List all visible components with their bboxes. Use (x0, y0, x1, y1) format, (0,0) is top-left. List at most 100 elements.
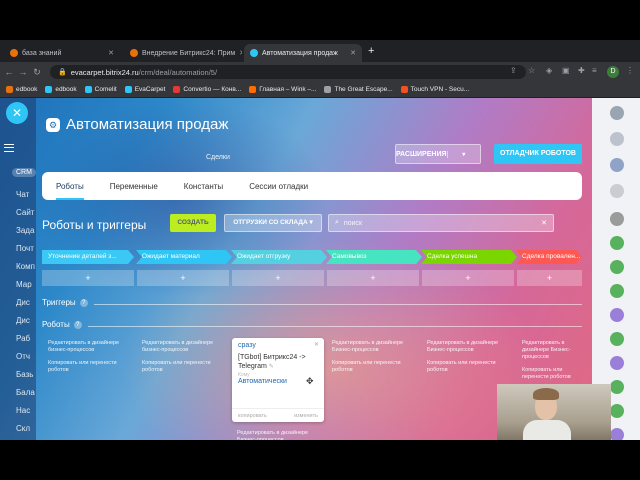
help-icon[interactable]: ? (73, 320, 82, 329)
bookmark[interactable]: edbook (6, 86, 37, 93)
edit-in-designer-link[interactable]: Редактировать в дизайнере Бизнес-процесс… (427, 340, 515, 354)
stage-column[interactable]: Сделка провален... (516, 250, 582, 264)
left-menu-item[interactable]: Бала (16, 388, 35, 397)
phone-icon[interactable] (610, 332, 624, 346)
tab-debug-sessions[interactable]: Сессии отладки (249, 182, 308, 191)
left-menu-item[interactable]: Скл (16, 424, 30, 433)
profile-avatar[interactable]: D (607, 66, 619, 78)
crm-badge[interactable]: CRM (12, 168, 36, 177)
add-button[interactable]: + (422, 270, 514, 286)
edit-in-designer-link[interactable]: Редактировать в дизайнере Бизнес-процесс… (332, 340, 420, 354)
tab-constants[interactable]: Константы (184, 182, 223, 191)
browser-tab[interactable]: Внедрение Битрикс24: Прим ✕ (124, 44, 242, 62)
bookmark[interactable]: Comelit (84, 86, 117, 93)
help-icon[interactable]: ? (79, 298, 88, 307)
left-menu-item[interactable]: Нас (16, 406, 30, 415)
left-menu-item[interactable]: Базь (16, 370, 33, 379)
chevron-down-icon[interactable]: ▾ (446, 150, 480, 158)
add-button[interactable]: + (137, 270, 229, 286)
phone-icon[interactable] (610, 236, 624, 250)
tab-robots[interactable]: Роботы (56, 173, 84, 200)
puzzle-icon[interactable]: ✚ (578, 66, 585, 75)
extension-icon[interactable]: ▣ (562, 66, 570, 75)
browser-tab[interactable]: база знаний ✕ (4, 44, 120, 62)
edit-in-designer-link[interactable]: Редактировать в дизайнере бизнес-процесс… (48, 340, 136, 354)
add-button[interactable]: + (517, 270, 582, 286)
add-button[interactable]: + (327, 270, 419, 286)
browser-tab-active[interactable]: Автоматизация продаж ✕ (244, 44, 362, 62)
share-icon[interactable]: ⇪ (510, 66, 517, 75)
close-icon[interactable]: ✕ (108, 49, 114, 57)
copy-robots-link[interactable]: Копировать или перенести роботов (332, 360, 420, 374)
phone-icon[interactable] (610, 404, 624, 418)
copy-link[interactable]: копировать (238, 409, 267, 422)
bookmark[interactable]: The Great Escape... (324, 86, 393, 93)
reload-icon[interactable]: ↻ (30, 67, 44, 78)
menu-icon[interactable]: ⋮ (626, 66, 634, 75)
close-icon[interactable]: ✕ (541, 219, 547, 227)
tab-variables[interactable]: Переменные (110, 182, 158, 191)
robot-debugger-button[interactable]: ОТЛАДЧИК РОБОТОВ (494, 144, 582, 164)
copy-robots-link[interactable]: Копировать или перенести роботов (48, 360, 136, 374)
left-menu-item[interactable]: Отч (16, 352, 30, 361)
bookmark[interactable]: Главная – Wink –... (249, 86, 316, 93)
bookmark[interactable]: Convertio — Конв... (173, 86, 241, 93)
left-menu-item[interactable]: Чат (16, 190, 29, 199)
left-menu-item[interactable]: Почт (16, 244, 34, 253)
avatar[interactable] (610, 308, 624, 322)
new-tab-icon[interactable]: + (368, 45, 374, 57)
left-menu-item[interactable]: Зада (16, 226, 34, 235)
robot-mode[interactable]: Автоматически (238, 378, 287, 385)
stage-column[interactable]: Ожидает материал (136, 250, 232, 264)
robot-card[interactable]: сразу ✕ [TGbot] Битрикс24 -> Telegram ✎ … (232, 338, 324, 422)
stage-column[interactable]: Уточнение деталей з... (42, 250, 134, 264)
extension-icon[interactable]: ◈ (546, 66, 552, 75)
edit-in-designer-link[interactable]: Редактировать в дизайнере Бизнес-процесс… (522, 340, 582, 361)
forward-icon[interactable]: → (16, 67, 30, 77)
left-menu-item[interactable]: Дис (16, 298, 30, 307)
drag-handle-icon[interactable]: ✥ (306, 376, 314, 387)
close-icon[interactable]: ✕ (239, 49, 242, 57)
phone-icon[interactable] (610, 260, 624, 274)
left-menu-item[interactable]: Раб (16, 334, 30, 343)
phone-icon[interactable] (610, 284, 624, 298)
copy-robots-link[interactable]: Копировать или перенести роботов (427, 360, 515, 374)
stage-column[interactable]: Сделка успешна (421, 250, 517, 264)
edit-in-designer-link[interactable]: Редактировать в дизайнере бизнес-процесс… (142, 340, 230, 354)
left-menu-item[interactable]: Дис (16, 316, 30, 325)
edit-icon[interactable]: ✎ (269, 364, 274, 370)
reading-list-icon[interactable]: ≡ (592, 66, 597, 75)
close-icon[interactable]: ✕ (314, 341, 319, 348)
search-input[interactable] (343, 219, 537, 227)
help-icon[interactable] (610, 106, 624, 120)
bookmark[interactable]: EvaCarpet (124, 86, 165, 93)
menu-icon[interactable] (4, 144, 14, 152)
extensions-button[interactable]: РАСШИРЕНИЯ ▾ (395, 144, 481, 164)
address-bar[interactable]: 🔒 evacarpet.bitrix24.ru/crm/deal/automat… (50, 65, 526, 79)
search-box[interactable]: ⌕ ✕ (328, 214, 554, 232)
close-icon[interactable]: ✕ (6, 102, 28, 124)
copy-robots-link[interactable]: Копировать или перенести роботов (522, 367, 582, 381)
change-link[interactable]: изменить (294, 409, 318, 422)
messenger-icon[interactable] (610, 158, 624, 172)
stage-column[interactable]: Самовывоз (326, 250, 422, 264)
bookmark[interactable]: Touch VPN - Secu... (400, 86, 469, 93)
left-menu-item[interactable]: Сайт (16, 208, 34, 217)
stage-column[interactable]: Ожидает отгрузку (231, 250, 327, 264)
copy-robots-link[interactable]: Копировать или перенести роботов (142, 360, 230, 374)
add-button[interactable]: + (232, 270, 324, 286)
phone-icon[interactable] (610, 380, 624, 394)
star-icon[interactable]: ☆ (528, 66, 535, 75)
avatar[interactable] (610, 428, 624, 440)
avatar[interactable] (610, 212, 624, 226)
edit-in-designer-link[interactable]: Редактировать в дизайнере Бизнес-процесс… (237, 430, 325, 440)
left-menu-item[interactable]: Комп (16, 262, 35, 271)
robot-trigger-time[interactable]: сразу (238, 342, 256, 349)
search-icon[interactable] (610, 184, 624, 198)
create-button[interactable]: СОЗДАТЬ (170, 214, 216, 232)
back-icon[interactable]: ← (2, 67, 16, 77)
notifications-icon[interactable] (610, 132, 624, 146)
pipeline-select[interactable]: ОТГРУЗКИ СО СКЛАДА ▾ (224, 214, 322, 232)
left-menu-item[interactable]: Мар (16, 280, 32, 289)
close-icon[interactable]: ✕ (350, 49, 356, 57)
